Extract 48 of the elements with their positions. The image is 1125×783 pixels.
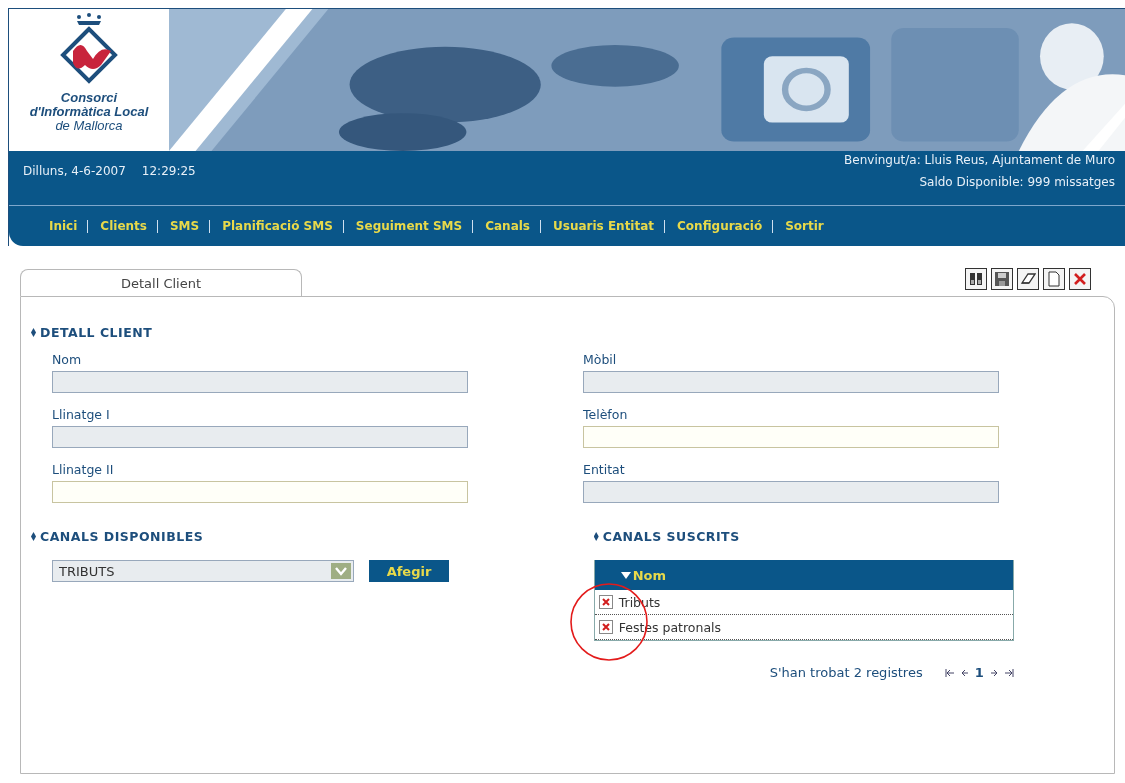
document-icon bbox=[1046, 271, 1062, 287]
balance-text: Saldo Disponible: 999 missatges bbox=[919, 175, 1115, 189]
nav-link[interactable]: Sortir bbox=[772, 219, 824, 233]
channel-dropdown[interactable]: TRIBUTS bbox=[52, 560, 354, 582]
section-heading: DETALL CLIENT bbox=[31, 325, 153, 340]
previous-page-icon[interactable] bbox=[960, 667, 969, 678]
field-label: Llinatge I bbox=[52, 407, 111, 422]
tab[interactable]: Detall Client bbox=[20, 269, 302, 296]
delete-icon[interactable] bbox=[598, 620, 613, 634]
page-number[interactable]: 1 bbox=[974, 665, 984, 680]
next-page-icon[interactable] bbox=[989, 667, 998, 678]
binoculars-icon bbox=[968, 271, 984, 287]
field-label: Llinatge II bbox=[52, 462, 115, 477]
new-document-button[interactable] bbox=[1043, 268, 1065, 290]
delete-button[interactable] bbox=[1069, 268, 1091, 290]
nav-link[interactable]: Planificació SMS bbox=[209, 219, 333, 233]
search-button[interactable] bbox=[965, 268, 987, 290]
section-heading: CANALS DISPONIBLES bbox=[31, 529, 204, 544]
time-text: 12:29:25 bbox=[141, 164, 196, 180]
field-label: Entitat bbox=[583, 462, 626, 477]
record-count: S'han trobat 2 registres bbox=[769, 665, 923, 680]
column-header[interactable]: Nom bbox=[594, 560, 1013, 590]
logo-text: de Mallorca bbox=[55, 119, 123, 133]
date-text: Dilluns, 4-6-2007 bbox=[23, 164, 126, 180]
field-label: Mòbil bbox=[583, 352, 618, 367]
eraser-icon bbox=[1020, 271, 1036, 287]
logo-text: d'Informàtica Local bbox=[29, 105, 149, 119]
nav-link[interactable]: Usuaris Entitat bbox=[540, 219, 655, 233]
nav-link[interactable]: SMS bbox=[156, 219, 200, 233]
nav-link[interactable]: Canals bbox=[472, 219, 530, 233]
nav-link[interactable]: Seguiment SMS bbox=[342, 219, 463, 233]
nav-link[interactable]: Inici bbox=[49, 219, 78, 233]
nav-link[interactable]: Configuració bbox=[664, 219, 763, 233]
field-label: Telèfon bbox=[583, 407, 629, 422]
save-button[interactable] bbox=[991, 268, 1013, 290]
delete-icon[interactable] bbox=[598, 595, 613, 609]
section-heading: CANALS SUSCRITS bbox=[593, 529, 740, 544]
last-page-icon[interactable] bbox=[1003, 667, 1014, 678]
close-icon bbox=[1072, 271, 1088, 287]
first-page-icon[interactable] bbox=[944, 667, 955, 678]
text-field[interactable] bbox=[583, 426, 999, 448]
logo-text: Consorci bbox=[60, 91, 118, 105]
add-button[interactable]: Afegir bbox=[369, 560, 449, 582]
eraser-button[interactable] bbox=[1017, 268, 1039, 290]
field-label: Nom bbox=[52, 352, 83, 367]
welcome-text: Benvingut/a: Lluis Reus, Ajuntament de Muro bbox=[844, 153, 1115, 167]
nav-link[interactable]: Clients bbox=[87, 219, 147, 233]
text-field[interactable] bbox=[52, 481, 468, 503]
